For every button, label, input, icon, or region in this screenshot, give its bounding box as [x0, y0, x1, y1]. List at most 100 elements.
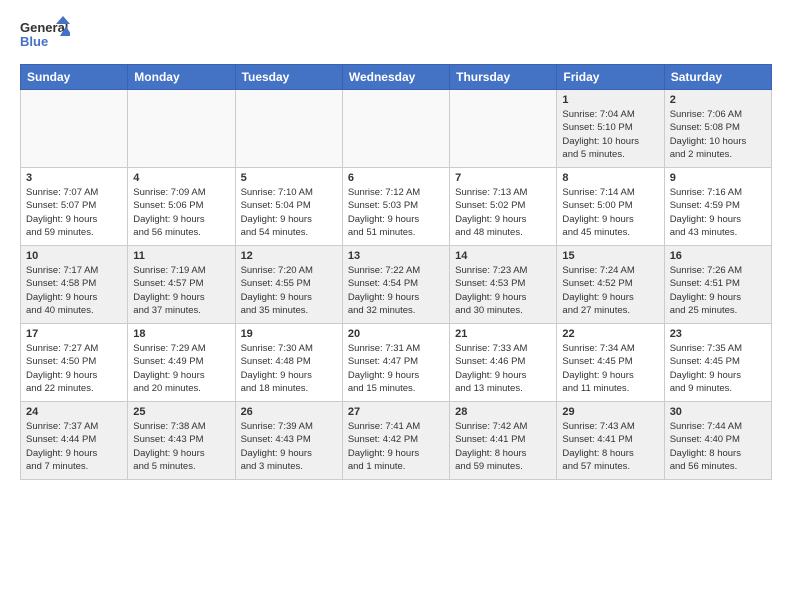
- calendar-cell: 7Sunrise: 7:13 AM Sunset: 5:02 PM Daylig…: [450, 168, 557, 246]
- weekday-header-thursday: Thursday: [450, 65, 557, 90]
- calendar-cell: [342, 90, 449, 168]
- calendar-cell: 26 Sunrise: 7:39 AM Sunset: 4:43 PM Dayli…: [235, 402, 342, 480]
- calendar-cell: 14 Sunrise: 7:23 AM Sunset: 4:53 PM Dayli…: [450, 246, 557, 324]
- day-info: Sunrise: 7:39 AM Sunset: 4:43 PM Dayligh…: [241, 420, 337, 473]
- day-number: 29: [562, 406, 658, 418]
- day-number: 27: [348, 406, 444, 418]
- weekday-header-friday: Friday: [557, 65, 664, 90]
- day-number: 5: [241, 172, 337, 184]
- day-info: Sunrise: 7:06 AM Sunset: 5:08 PM Dayligh…: [670, 108, 766, 161]
- calendar-week-4: 17 Sunrise: 7:27 AM Sunset: 4:50 PM Dayli…: [21, 324, 772, 402]
- weekday-header-saturday: Saturday: [664, 65, 771, 90]
- calendar-cell: 1 Sunrise: 7:04 AM Sunset: 5:10 PM Daylig…: [557, 90, 664, 168]
- calendar-cell: [21, 90, 128, 168]
- svg-text:Blue: Blue: [20, 34, 48, 49]
- day-number: 9: [670, 172, 766, 184]
- calendar-cell: 28 Sunrise: 7:42 AM Sunset: 4:41 PM Dayli…: [450, 402, 557, 480]
- day-info: Sunrise: 7:19 AM Sunset: 4:57 PM Dayligh…: [133, 264, 229, 317]
- calendar-cell: 5 Sunrise: 7:10 AM Sunset: 5:04 PM Daylig…: [235, 168, 342, 246]
- day-info: Sunrise: 7:29 AM Sunset: 4:49 PM Dayligh…: [133, 342, 229, 395]
- day-number: 22: [562, 328, 658, 340]
- day-number: 16: [670, 250, 766, 262]
- weekday-header-wednesday: Wednesday: [342, 65, 449, 90]
- day-info: Sunrise: 7:26 AM Sunset: 4:51 PM Dayligh…: [670, 264, 766, 317]
- day-info: Sunrise: 7:27 AM Sunset: 4:50 PM Dayligh…: [26, 342, 122, 395]
- day-number: 30: [670, 406, 766, 418]
- day-number: 14: [455, 250, 551, 262]
- calendar-cell: 4 Sunrise: 7:09 AM Sunset: 5:06 PM Daylig…: [128, 168, 235, 246]
- weekday-header-row: SundayMondayTuesdayWednesdayThursdayFrid…: [21, 65, 772, 90]
- calendar-cell: 3 Sunrise: 7:07 AM Sunset: 5:07 PM Daylig…: [21, 168, 128, 246]
- day-number: 11: [133, 250, 229, 262]
- day-number: 13: [348, 250, 444, 262]
- day-number: 24: [26, 406, 122, 418]
- calendar-cell: 16 Sunrise: 7:26 AM Sunset: 4:51 PM Dayli…: [664, 246, 771, 324]
- day-number: 21: [455, 328, 551, 340]
- calendar-cell: 21Sunrise: 7:33 AM Sunset: 4:46 PM Dayli…: [450, 324, 557, 402]
- day-info: Sunrise: 7:38 AM Sunset: 4:43 PM Dayligh…: [133, 420, 229, 473]
- calendar-cell: 18 Sunrise: 7:29 AM Sunset: 4:49 PM Dayli…: [128, 324, 235, 402]
- calendar-cell: [450, 90, 557, 168]
- calendar-cell: 8Sunrise: 7:14 AM Sunset: 5:00 PM Daylig…: [557, 168, 664, 246]
- calendar-week-2: 3 Sunrise: 7:07 AM Sunset: 5:07 PM Daylig…: [21, 168, 772, 246]
- day-number: 10: [26, 250, 122, 262]
- calendar-cell: 30 Sunrise: 7:44 AM Sunset: 4:40 PM Dayli…: [664, 402, 771, 480]
- day-number: 3: [26, 172, 122, 184]
- day-info: Sunrise: 7:37 AM Sunset: 4:44 PM Dayligh…: [26, 420, 122, 473]
- day-info: Sunrise: 7:12 AM Sunset: 5:03 PM Dayligh…: [348, 186, 444, 239]
- day-info: Sunrise: 7:22 AM Sunset: 4:54 PM Dayligh…: [348, 264, 444, 317]
- day-info: Sunrise: 7:17 AM Sunset: 4:58 PM Dayligh…: [26, 264, 122, 317]
- day-info: Sunrise: 7:23 AM Sunset: 4:53 PM Dayligh…: [455, 264, 551, 317]
- day-number: 25: [133, 406, 229, 418]
- header: General Blue: [20, 16, 772, 54]
- calendar-week-1: 1 Sunrise: 7:04 AM Sunset: 5:10 PM Daylig…: [21, 90, 772, 168]
- logo: General Blue: [20, 16, 70, 54]
- calendar-cell: 24 Sunrise: 7:37 AM Sunset: 4:44 PM Dayli…: [21, 402, 128, 480]
- day-number: 18: [133, 328, 229, 340]
- weekday-header-sunday: Sunday: [21, 65, 128, 90]
- calendar-cell: 17 Sunrise: 7:27 AM Sunset: 4:50 PM Dayli…: [21, 324, 128, 402]
- day-info: Sunrise: 7:07 AM Sunset: 5:07 PM Dayligh…: [26, 186, 122, 239]
- day-info: Sunrise: 7:24 AM Sunset: 4:52 PM Dayligh…: [562, 264, 658, 317]
- day-info: Sunrise: 7:34 AM Sunset: 4:45 PM Dayligh…: [562, 342, 658, 395]
- day-number: 17: [26, 328, 122, 340]
- day-info: Sunrise: 7:20 AM Sunset: 4:55 PM Dayligh…: [241, 264, 337, 317]
- calendar-table: SundayMondayTuesdayWednesdayThursdayFrid…: [20, 64, 772, 480]
- day-info: Sunrise: 7:04 AM Sunset: 5:10 PM Dayligh…: [562, 108, 658, 161]
- day-number: 2: [670, 94, 766, 106]
- day-number: 26: [241, 406, 337, 418]
- calendar-cell: 27 Sunrise: 7:41 AM Sunset: 4:42 PM Dayli…: [342, 402, 449, 480]
- logo-container: General Blue: [20, 16, 70, 54]
- day-info: Sunrise: 7:42 AM Sunset: 4:41 PM Dayligh…: [455, 420, 551, 473]
- calendar-cell: 25 Sunrise: 7:38 AM Sunset: 4:43 PM Dayli…: [128, 402, 235, 480]
- calendar-cell: 11 Sunrise: 7:19 AM Sunset: 4:57 PM Dayli…: [128, 246, 235, 324]
- weekday-header-tuesday: Tuesday: [235, 65, 342, 90]
- day-info: Sunrise: 7:44 AM Sunset: 4:40 PM Dayligh…: [670, 420, 766, 473]
- calendar-week-3: 10 Sunrise: 7:17 AM Sunset: 4:58 PM Dayli…: [21, 246, 772, 324]
- calendar-cell: [128, 90, 235, 168]
- day-info: Sunrise: 7:14 AM Sunset: 5:00 PM Dayligh…: [562, 186, 658, 239]
- calendar-cell: 29 Sunrise: 7:43 AM Sunset: 4:41 PM Dayli…: [557, 402, 664, 480]
- page: General Blue SundayMondayTuesdayWednesda…: [0, 0, 792, 612]
- day-info: Sunrise: 7:16 AM Sunset: 4:59 PM Dayligh…: [670, 186, 766, 239]
- calendar-cell: 12Sunrise: 7:20 AM Sunset: 4:55 PM Dayli…: [235, 246, 342, 324]
- day-number: 15: [562, 250, 658, 262]
- calendar-cell: 15 Sunrise: 7:24 AM Sunset: 4:52 PM Dayli…: [557, 246, 664, 324]
- day-number: 4: [133, 172, 229, 184]
- day-info: Sunrise: 7:43 AM Sunset: 4:41 PM Dayligh…: [562, 420, 658, 473]
- day-number: 1: [562, 94, 658, 106]
- calendar-cell: 22 Sunrise: 7:34 AM Sunset: 4:45 PM Dayli…: [557, 324, 664, 402]
- calendar-cell: [235, 90, 342, 168]
- day-info: Sunrise: 7:10 AM Sunset: 5:04 PM Dayligh…: [241, 186, 337, 239]
- day-number: 23: [670, 328, 766, 340]
- calendar-cell: 20Sunrise: 7:31 AM Sunset: 4:47 PM Dayli…: [342, 324, 449, 402]
- day-number: 19: [241, 328, 337, 340]
- day-info: Sunrise: 7:41 AM Sunset: 4:42 PM Dayligh…: [348, 420, 444, 473]
- calendar-cell: 23Sunrise: 7:35 AM Sunset: 4:45 PM Dayli…: [664, 324, 771, 402]
- calendar-cell: 2 Sunrise: 7:06 AM Sunset: 5:08 PM Daylig…: [664, 90, 771, 168]
- day-info: Sunrise: 7:13 AM Sunset: 5:02 PM Dayligh…: [455, 186, 551, 239]
- day-number: 28: [455, 406, 551, 418]
- day-info: Sunrise: 7:30 AM Sunset: 4:48 PM Dayligh…: [241, 342, 337, 395]
- day-number: 6: [348, 172, 444, 184]
- day-info: Sunrise: 7:09 AM Sunset: 5:06 PM Dayligh…: [133, 186, 229, 239]
